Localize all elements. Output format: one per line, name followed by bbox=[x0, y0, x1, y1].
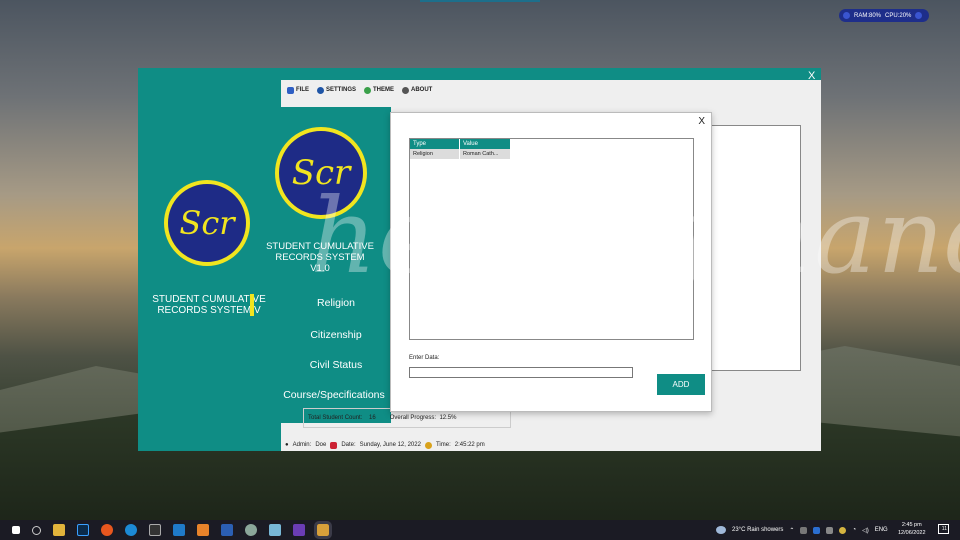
word-icon[interactable] bbox=[221, 524, 233, 536]
status-bar: ● Admin: Doe Date: Sunday, June 12, 2022… bbox=[285, 438, 485, 452]
notification-icon[interactable]: 11 bbox=[938, 524, 949, 534]
column-value[interactable]: Value bbox=[460, 139, 510, 149]
time-label: Time: bbox=[435, 442, 451, 448]
palette-icon bbox=[364, 86, 372, 94]
update-icon[interactable] bbox=[839, 526, 847, 534]
active-app-icon[interactable] bbox=[314, 521, 332, 539]
system-tray: 23°C Rain showers ⌃ ◔ ◁) ENG bbox=[716, 520, 888, 540]
language-indicator[interactable]: ENG bbox=[875, 527, 888, 533]
weather-text[interactable]: 23°C Rain showers bbox=[732, 527, 783, 533]
date-label: Date: bbox=[341, 442, 356, 448]
add-button[interactable]: ADD bbox=[657, 374, 705, 395]
clock-date: 12/06/2022 bbox=[898, 530, 926, 536]
file-icon bbox=[287, 86, 294, 94]
clock-icon bbox=[424, 441, 432, 449]
watermark: helping hand bbox=[310, 175, 960, 297]
menu-theme-label: THEME bbox=[373, 87, 395, 93]
progress-label: Overall Progress: bbox=[389, 415, 437, 421]
notification-count: 11 bbox=[941, 526, 947, 532]
mic-icon bbox=[843, 12, 850, 19]
weather-icon bbox=[716, 526, 726, 534]
ram-usage: RAM:80% bbox=[854, 12, 882, 19]
progress-value: 12.5% bbox=[439, 415, 457, 421]
column-type[interactable]: Type bbox=[410, 139, 460, 149]
tray-icon[interactable] bbox=[800, 526, 808, 534]
nav-course-specifications[interactable]: Course/Specifications bbox=[269, 389, 399, 401]
text-cursor bbox=[250, 294, 254, 316]
app-logo: Scr bbox=[164, 180, 250, 266]
terminal-icon[interactable] bbox=[149, 524, 161, 536]
clock-time: 2:45 pm bbox=[901, 522, 922, 528]
windows-start-icon[interactable] bbox=[12, 526, 20, 534]
admin-label: Admin: bbox=[292, 442, 312, 448]
onedrive-icon[interactable] bbox=[813, 526, 821, 534]
time-value: 2:45:22 pm bbox=[454, 442, 485, 448]
notes-icon[interactable] bbox=[269, 524, 281, 536]
app-name-text: STUDENT CUMULATIVE RECORDS SYSTEM V bbox=[152, 294, 266, 316]
admin-value: Doe bbox=[315, 442, 327, 448]
menu-theme[interactable]: THEME bbox=[364, 86, 395, 94]
cpu-usage: CPU:20% bbox=[885, 12, 912, 19]
app-icon[interactable] bbox=[245, 524, 257, 536]
file-explorer-icon[interactable] bbox=[53, 524, 65, 536]
taskbar-clock[interactable]: 2:45 pm 12/06/2022 bbox=[898, 521, 926, 537]
visual-studio-icon[interactable] bbox=[293, 524, 305, 536]
admin-icon: ● bbox=[285, 442, 289, 448]
menu-file[interactable]: FILE bbox=[287, 86, 309, 94]
info-icon bbox=[402, 86, 410, 94]
app-name: STUDENT CUMULATIVE RECORDS SYSTEM V bbox=[152, 294, 266, 316]
menu-settings[interactable]: SETTINGS bbox=[317, 86, 357, 94]
battery-icon[interactable] bbox=[826, 526, 834, 534]
menu-about[interactable]: ABOUT bbox=[402, 86, 433, 94]
enter-data-input[interactable] bbox=[409, 367, 633, 378]
menu-about-label: ABOUT bbox=[411, 87, 433, 93]
list-header: Type Value bbox=[410, 139, 510, 149]
gear-icon bbox=[317, 86, 324, 94]
menu-settings-label: SETTINGS bbox=[326, 87, 357, 93]
top-edge-bar bbox=[420, 0, 540, 2]
nav-religion[interactable]: Religion bbox=[281, 297, 391, 309]
overall-progress: Overall Progress: 12.5% bbox=[390, 415, 457, 421]
calendar-icon bbox=[330, 441, 338, 449]
nav-civil-status[interactable]: Civil Status bbox=[281, 359, 391, 371]
dialog-close-button[interactable]: X bbox=[698, 116, 705, 127]
firefox-icon[interactable] bbox=[101, 524, 113, 536]
row-value: Roman Cath... bbox=[460, 149, 510, 159]
enter-data-label: Enter Data: bbox=[409, 355, 440, 361]
xampp-icon[interactable] bbox=[197, 524, 209, 536]
menu-file-label: FILE bbox=[296, 87, 309, 93]
browser-icon[interactable] bbox=[125, 524, 137, 536]
sidebar-nav: Religion Citizenship Civil Status Course… bbox=[283, 297, 391, 417]
date-value: Sunday, June 12, 2022 bbox=[359, 442, 421, 448]
list-row[interactable]: Religion Roman Cath... bbox=[410, 149, 510, 159]
chevron-up-icon[interactable]: ⌃ bbox=[789, 527, 794, 534]
photoshop-icon[interactable] bbox=[77, 524, 89, 536]
nav-citizenship[interactable]: Citizenship bbox=[281, 329, 391, 341]
search-icon[interactable] bbox=[32, 525, 41, 535]
menu-bar: FILE SETTINGS THEME ABOUT bbox=[281, 80, 821, 100]
logo-text: Scr bbox=[179, 204, 235, 242]
arrow-icon bbox=[915, 12, 923, 19]
vscode-icon[interactable] bbox=[173, 524, 185, 536]
volume-icon[interactable]: ◁) bbox=[862, 527, 869, 534]
system-monitor-widget[interactable]: RAM:80% CPU:20% bbox=[839, 9, 929, 22]
row-type: Religion bbox=[410, 149, 460, 159]
wifi-icon[interactable]: ◔ bbox=[852, 527, 856, 533]
